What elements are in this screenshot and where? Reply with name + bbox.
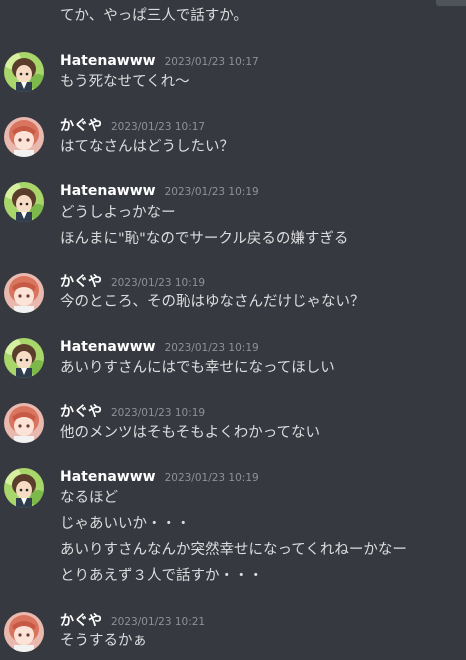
username[interactable]: Hatenawww	[60, 337, 156, 357]
user-avatar[interactable]	[4, 52, 44, 92]
timestamp[interactable]: 2023/01/23 10:19	[111, 273, 205, 293]
message-line: あいりすさんなんか突然幸せになってくれねーかなー	[60, 542, 407, 558]
message-line: もう死なせてくれ〜	[60, 74, 190, 90]
pink-character-avatar-icon	[4, 403, 44, 443]
message-header: かぐや 2023/01/23 10:19	[60, 402, 205, 422]
user-avatar[interactable]	[4, 117, 44, 157]
message-line: 他のメンツはそもそもよくわかってない	[60, 425, 320, 441]
pink-character-avatar-icon	[4, 612, 44, 652]
message-header: Hatenawww 2023/01/23 10:19	[60, 181, 259, 201]
timestamp[interactable]: 2023/01/23 10:17	[111, 117, 205, 137]
user-avatar[interactable]	[4, 468, 44, 508]
message-line: とりあえず３人で話すか・・・	[60, 568, 263, 584]
message-header: Hatenawww 2023/01/23 10:19	[60, 337, 259, 357]
username[interactable]: Hatenawww	[60, 467, 156, 487]
message-line: 今のところ、その恥はゆなさんだけじゃない？	[60, 294, 365, 310]
timestamp[interactable]: 2023/01/23 10:19	[165, 468, 259, 488]
message-line: そうするかぁ	[60, 633, 147, 649]
message-line: てか、やっぱ三人で話すか。	[60, 8, 248, 24]
timestamp[interactable]: 2023/01/23 10:19	[165, 338, 259, 358]
user-avatar[interactable]	[4, 182, 44, 222]
user-avatar[interactable]	[4, 403, 44, 443]
pink-character-avatar-icon	[4, 273, 44, 313]
message-line: どうしよっかなー	[60, 205, 176, 221]
username[interactable]: かぐや	[60, 272, 102, 292]
message-line: はてなさんはどうしたい？	[60, 139, 234, 155]
username[interactable]: Hatenawww	[60, 181, 156, 201]
timestamp[interactable]: 2023/01/23 10:21	[111, 612, 205, 632]
username[interactable]: かぐや	[60, 611, 102, 631]
message-line: あいりすさんにはでも幸せになってほしい	[60, 360, 335, 376]
message-header: かぐや 2023/01/23 10:21	[60, 611, 205, 631]
message-header: かぐや 2023/01/23 10:19	[60, 272, 205, 292]
user-avatar[interactable]	[4, 612, 44, 652]
timestamp[interactable]: 2023/01/23 10:19	[165, 182, 259, 202]
green-character-avatar-icon	[4, 338, 44, 378]
message-header: かぐや 2023/01/23 10:17	[60, 116, 205, 136]
chat-message-list: てか、やっぱ三人で話すか。 Hatenawww 2023/01/23 10:17…	[0, 0, 466, 660]
pink-character-avatar-icon	[4, 117, 44, 157]
user-avatar[interactable]	[4, 338, 44, 378]
message-line: ほんまに"恥"なのでサークル戻るの嫌すぎる	[60, 231, 349, 247]
message-header: Hatenawww 2023/01/23 10:17	[60, 51, 259, 71]
user-avatar[interactable]	[4, 273, 44, 313]
username[interactable]: Hatenawww	[60, 51, 156, 71]
green-character-avatar-icon	[4, 468, 44, 508]
timestamp[interactable]: 2023/01/23 10:17	[165, 52, 259, 72]
message-line: じゃあいいか・・・	[60, 516, 191, 532]
green-character-avatar-icon	[4, 52, 44, 92]
timestamp[interactable]: 2023/01/23 10:19	[111, 403, 205, 423]
message-header: Hatenawww 2023/01/23 10:19	[60, 467, 259, 487]
message-hover-toolbar[interactable]	[436, 0, 466, 6]
green-character-avatar-icon	[4, 182, 44, 222]
message-line: なるほど	[60, 490, 118, 506]
username[interactable]: かぐや	[60, 402, 102, 422]
username[interactable]: かぐや	[60, 116, 102, 136]
